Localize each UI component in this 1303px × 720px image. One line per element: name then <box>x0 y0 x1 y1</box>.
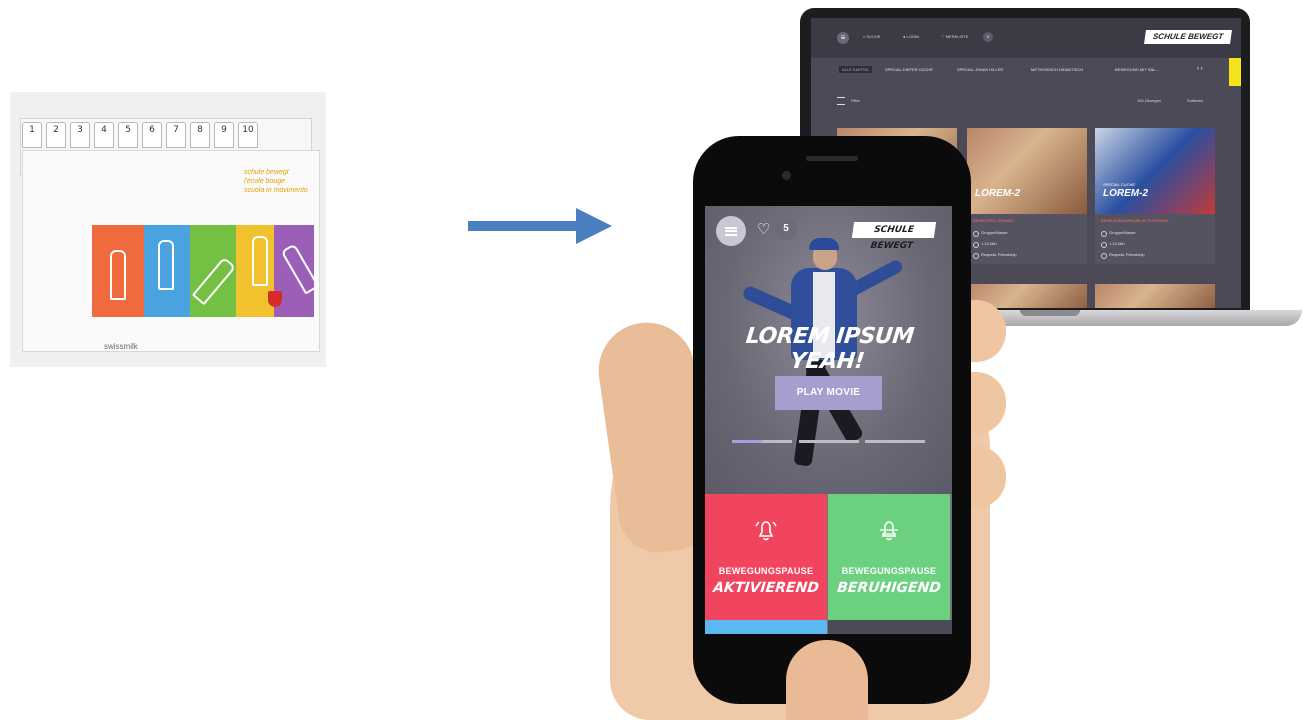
search-label: SUCHE <box>866 34 881 39</box>
arrow-right-icon <box>468 221 578 231</box>
tab-special-hiller[interactable]: SPECIAL JONAS HILLER <box>957 67 1003 72</box>
values-icon <box>1101 253 1107 259</box>
phone-screen: ♡ 5 SCHULE BEWEGT LOREM IPSUM YEAH! PLAY… <box>705 206 952 634</box>
group-icon <box>973 231 979 237</box>
card-image <box>1095 284 1215 308</box>
index-tab: 9 <box>214 122 234 148</box>
calm-bell-icon <box>828 516 950 551</box>
filter-label[interactable]: Filter <box>851 98 860 103</box>
phone-camera <box>782 171 791 180</box>
exercise-card[interactable] <box>1095 284 1215 308</box>
card-meta-values: Respekt, Friendship <box>1109 252 1145 257</box>
figure-drawing <box>158 240 174 290</box>
tabs-scroll-arrows[interactable]: ‹ › <box>1197 66 1203 72</box>
tile-bewegungspause-aktivierend[interactable]: BEWEGUNGSPAUSE AKTIVIEREND <box>705 494 827 620</box>
card-meta-duration: 1-10 Min <box>1109 241 1125 246</box>
arrow-head <box>576 208 612 244</box>
index-tab: 8 <box>190 122 210 148</box>
tile-bewegungspause-beruhigend[interactable]: BEWEGUNGSPAUSE BERUHIGEND <box>828 494 950 620</box>
card-meta-values: Respekt, Friendship <box>981 252 1017 257</box>
site-logo[interactable]: SCHULE BEWEGT <box>1144 30 1232 44</box>
slider-indicator[interactable] <box>732 440 792 443</box>
index-tab: 6 <box>142 122 162 148</box>
hamburger-icon <box>725 226 737 236</box>
category-tabs <box>811 58 1241 86</box>
watchlist-count-badge: 0 <box>983 32 993 42</box>
card-title: LOREM-2 <box>1103 188 1148 199</box>
index-tab: 4 <box>94 122 114 148</box>
tile-partial[interactable] <box>828 620 952 634</box>
swiss-emblem-icon <box>268 291 282 307</box>
site-logo[interactable]: SCHULE BEWEGT <box>851 222 937 251</box>
index-tab: 7 <box>166 122 186 148</box>
tile-partial[interactable] <box>705 620 827 634</box>
play-movie-button[interactable]: PLAY MOVIE <box>775 376 882 410</box>
card-meta-group: Gruppe/Klasse <box>981 230 1008 235</box>
tile-title: BERUHIGEND <box>836 580 942 596</box>
tab-bewegung[interactable]: BEWEGUNG MIT SAL... <box>1115 67 1159 72</box>
box-side-text: schule bewegt l'école bouge scuola in mo… <box>244 168 314 195</box>
tab-all-chapters[interactable]: ALLE KAPITEL <box>839 66 873 73</box>
tile-title: AKTIVIEREND <box>712 580 820 596</box>
tile-subtitle: BEWEGUNGSPAUSE <box>841 566 937 576</box>
login-link[interactable]: ● LOGIN <box>903 34 919 39</box>
index-tab: 2 <box>46 122 66 148</box>
menu-button[interactable] <box>716 216 746 246</box>
clock-icon <box>1101 242 1107 248</box>
card-image <box>967 128 1087 214</box>
box-side-text-it: scuola in movimento <box>244 187 308 194</box>
box-side-text-de: schule bewegt <box>244 169 289 176</box>
watchlist-link[interactable]: ♡ MERKLISTE <box>941 34 968 39</box>
hand-thumb-front <box>786 640 868 720</box>
card-meta-duration: 1-10 Min <box>981 241 997 246</box>
login-label: LOGIN <box>906 34 919 39</box>
sort-button[interactable]: Sortieren <box>1187 98 1203 103</box>
group-icon <box>1101 231 1107 237</box>
card-image <box>1095 128 1215 214</box>
search-link[interactable]: ⌕ SUCHE <box>863 34 880 39</box>
favorites-count-badge: 5 <box>775 218 797 240</box>
bell-icon <box>705 516 827 551</box>
card-subtitle: SPECIAL CUCHE <box>1103 182 1136 187</box>
card-meta-group: Gruppe/Klasse <box>1109 230 1136 235</box>
phone-speaker <box>806 156 858 161</box>
tab-special-cuche[interactable]: SPECIAL DIEFER CUCHE <box>885 67 933 72</box>
exercise-card[interactable]: SPECIAL CUCHE LOREM-2 BEWEGUNGSPAUSE AKT… <box>1095 128 1215 264</box>
box-side-text-fr: l'école bouge <box>244 178 286 185</box>
card-index-tabs: 1 2 3 4 5 6 7 8 9 10 <box>22 122 272 152</box>
figure-drawing <box>110 250 126 300</box>
exercise-card[interactable]: LOREM-2 BEWEGTES LERNEN Gruppe/Klasse 1-… <box>967 128 1087 264</box>
tile-subtitle: BEWEGUNGSPAUSE <box>718 566 814 576</box>
tab-methodisch[interactable]: METHODISCH DIDAKTISCH <box>1031 67 1083 72</box>
heart-icon[interactable]: ♡ <box>757 222 770 238</box>
figure-drawing <box>252 236 268 286</box>
card-title: LOREM-2 <box>975 188 1020 199</box>
card-category: BEWEGTES LERNEN <box>973 218 1014 223</box>
slider-indicator[interactable] <box>865 440 925 443</box>
index-tab: 1 <box>22 122 42 148</box>
filter-icon[interactable] <box>837 97 845 105</box>
slider-indicator[interactable] <box>799 440 859 443</box>
dancer-figure <box>809 238 839 250</box>
laptop-notch <box>1020 310 1080 316</box>
index-tab: 10 <box>238 122 258 148</box>
feedback-tab[interactable] <box>1229 58 1241 86</box>
slider-indicator-fill <box>732 440 762 443</box>
hero-title: LOREM IPSUM YEAH! <box>744 324 916 374</box>
values-icon <box>973 253 979 259</box>
watchlist-label: MERKLISTE <box>945 34 969 39</box>
menu-button[interactable]: ≡ <box>837 32 849 44</box>
box-brand-logo: swissmilk <box>104 342 138 351</box>
clock-icon <box>973 242 979 248</box>
card-category: BEWEGUNGSPAUSE AKTIVIEREND <box>1101 218 1169 223</box>
index-tab: 3 <box>70 122 90 148</box>
results-count: 100 Übungen <box>1137 98 1162 103</box>
index-tab: 5 <box>118 122 138 148</box>
